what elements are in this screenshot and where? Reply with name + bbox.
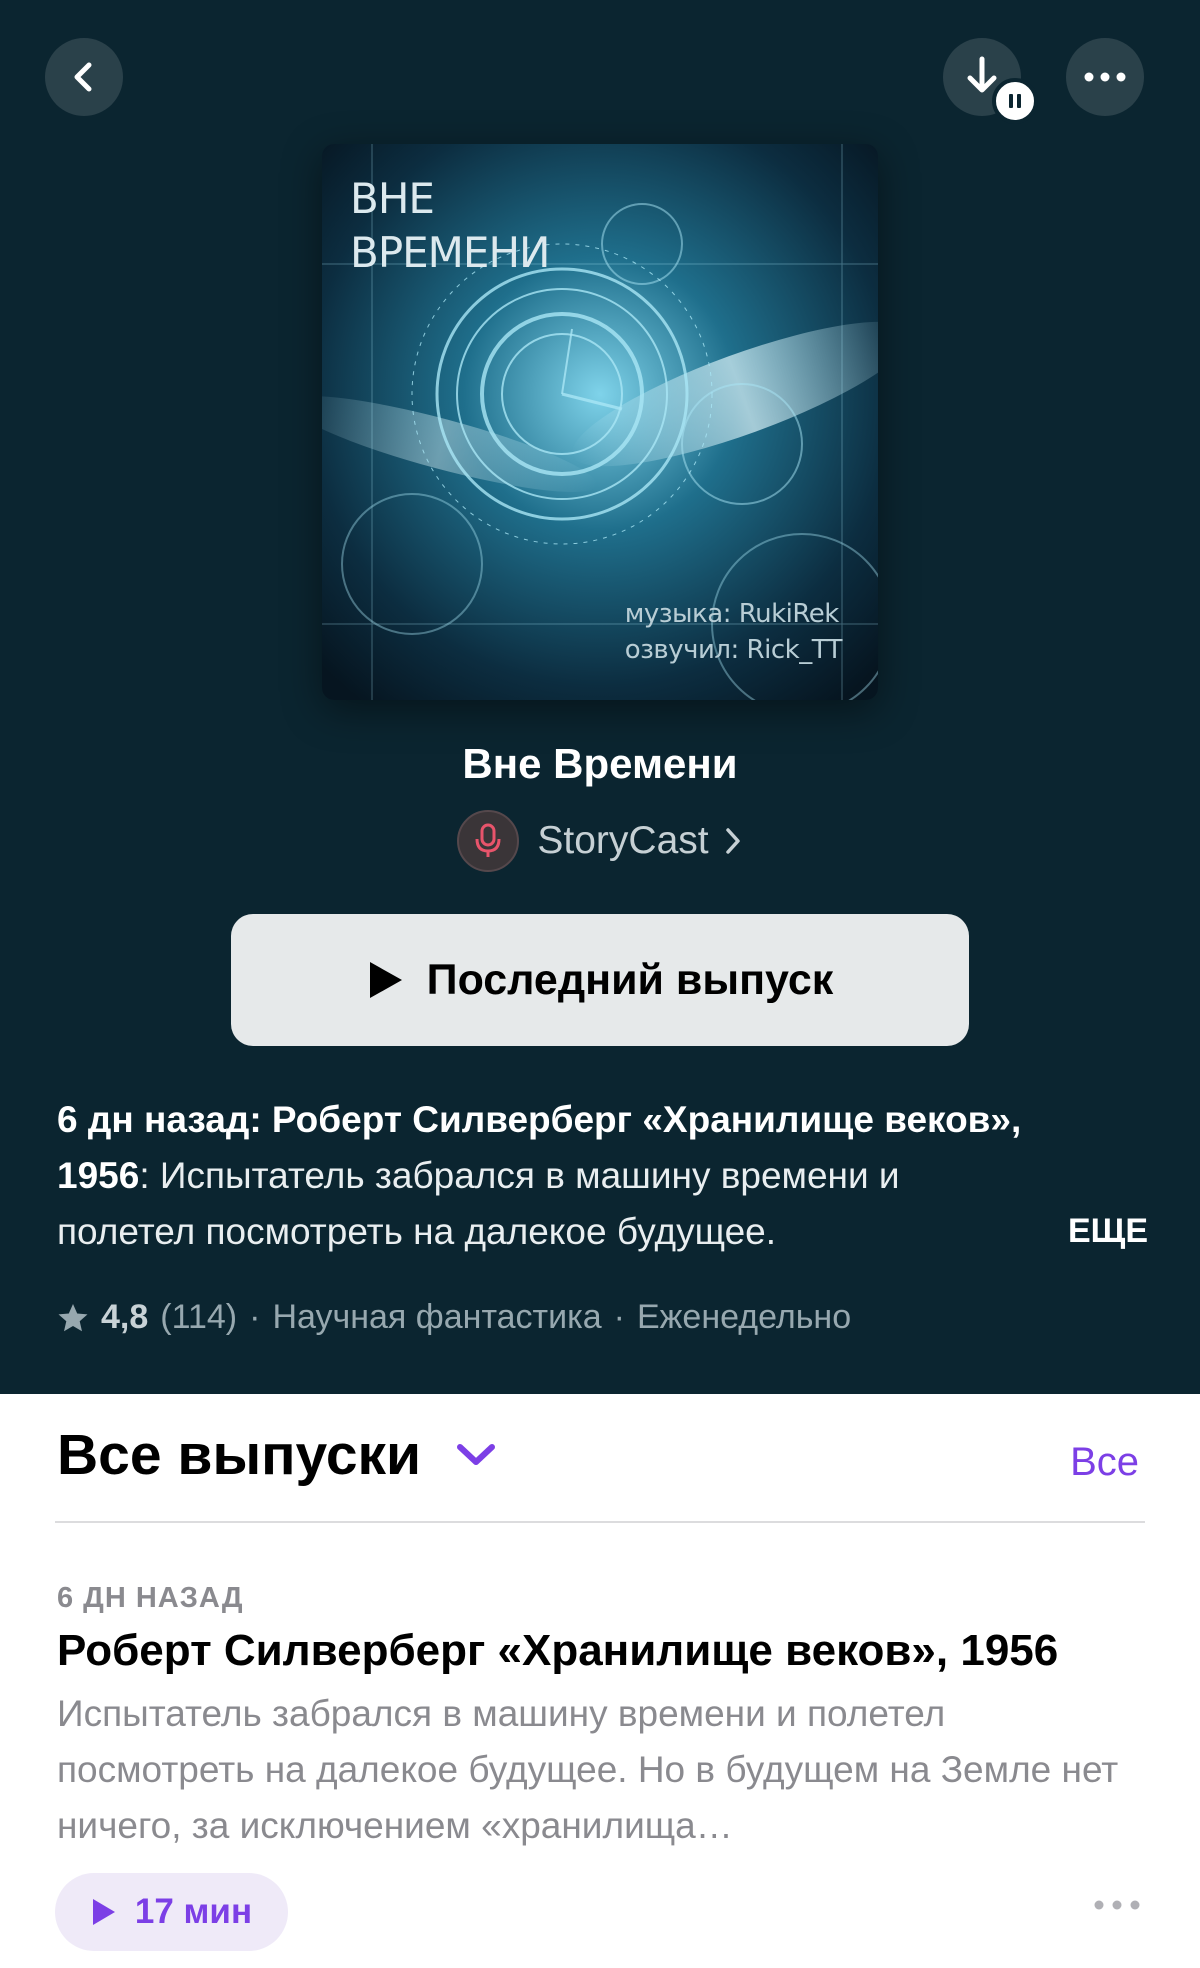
summary-more-button[interactable]: ЕЩЕ	[1062, 1212, 1149, 1251]
cover-credits: музыка: RukiRek озвучил: Rick_TT	[624, 599, 843, 665]
frequency-label: Еженедельно	[636, 1298, 852, 1336]
author-avatar	[457, 810, 520, 872]
show-title: Вне Времени	[462, 740, 738, 787]
pause-download-button[interactable]	[992, 78, 1038, 124]
see-all-link[interactable]: Все	[1070, 1440, 1139, 1485]
meta-separator: ·	[249, 1298, 261, 1336]
episode-description: Испытатель забрался в машину времени и п…	[57, 1693, 1119, 1846]
genre-label[interactable]: Научная фантастика	[272, 1298, 601, 1337]
show-header: ВНЕ ВРЕМЕНИ музыка: RukiRek озвучил: Ric…	[0, 0, 1200, 1394]
episode-date: 6 ДН НАЗАД	[57, 1582, 244, 1614]
play-icon	[92, 1899, 115, 1925]
summary-text: : Испытатель забрался в машину времени и…	[57, 1155, 900, 1252]
show-meta: 4,8 (114) · Научная фантастика · Еженеде…	[57, 1298, 851, 1337]
episode-more-icon[interactable]	[1094, 1900, 1140, 1910]
microphone-icon	[475, 823, 501, 857]
divider	[55, 1521, 1145, 1523]
cover-title: ВНЕ ВРЕМЕНИ	[350, 174, 550, 277]
episodes-section-title[interactable]: Все выпуски	[57, 1422, 421, 1488]
back-button[interactable]	[45, 38, 123, 116]
more-options-button[interactable]	[1066, 38, 1144, 116]
play-latest-episode-button[interactable]: Последний выпуск	[231, 914, 969, 1046]
episode-duration: 17 мин	[134, 1892, 253, 1931]
ellipsis-icon	[1084, 72, 1126, 82]
chevron-down-icon[interactable]	[454, 1440, 498, 1470]
star-icon	[58, 1303, 88, 1331]
podcast-cover-art: ВНЕ ВРЕМЕНИ музыка: RukiRek озвучил: Ric…	[322, 144, 878, 700]
episode-play-button[interactable]: 17 мин	[55, 1873, 288, 1951]
rating-value: 4,8	[101, 1298, 149, 1336]
episode-title[interactable]: Роберт Силверберг «Хранилище веков», 195…	[57, 1626, 1058, 1676]
chevron-right-icon	[725, 828, 740, 854]
author-name: StoryCast	[537, 819, 709, 862]
rating-count: (114)	[160, 1298, 238, 1336]
chevron-left-icon	[74, 62, 92, 92]
meta-separator: ·	[613, 1298, 625, 1336]
play-latest-label: Последний выпуск	[426, 955, 834, 1004]
play-icon	[369, 962, 402, 998]
summary-fade	[958, 1210, 1058, 1266]
pause-icon	[1009, 94, 1021, 108]
author-link[interactable]: StoryCast	[0, 810, 1200, 872]
